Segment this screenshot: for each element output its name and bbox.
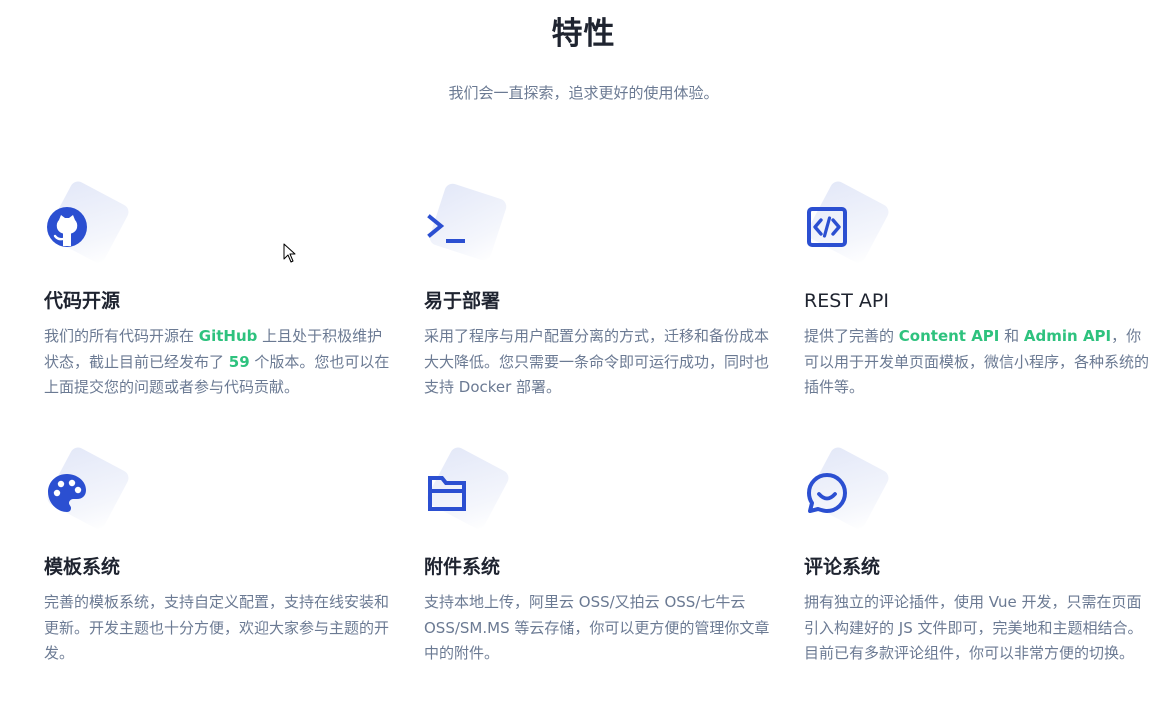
feature-description: 提供了完善的 Content API 和 Admin API，你可以用于开发单页… (804, 327, 1150, 396)
feature-title: 附件系统 (424, 556, 501, 578)
feature-comment-system: 评论系统 拥有独立的评论插件，使用 Vue 开发，只需在页面引入构建好的 JS … (804, 444, 1159, 667)
feature-rest-api: REST API 提供了完善的 Content API 和 Admin API，… (804, 178, 1159, 401)
terminal-icon (426, 206, 468, 248)
feature-icon-wrap (44, 444, 134, 540)
feature-open-source: 代码开源 我们的所有代码开源在 GitHub 上且处于积极维护状态，截止目前已经… (44, 178, 399, 401)
admin-api-link[interactable]: Admin API (1024, 327, 1111, 345)
version-count: 59 (228, 352, 250, 371)
feature-title: 模板系统 (44, 556, 121, 578)
feature-icon-wrap (424, 444, 514, 540)
feature-icon-wrap (424, 181, 514, 274)
mouse-cursor-icon (283, 243, 297, 263)
comment-icon (806, 472, 848, 514)
feature-icon-wrap (804, 444, 894, 540)
folder-icon (426, 472, 468, 514)
feature-description: 拥有独立的评论插件，使用 Vue 开发，只需在页面引入构建好的 JS 文件即可，… (804, 593, 1143, 662)
palette-icon (46, 472, 88, 514)
github-icon (46, 206, 88, 248)
feature-title: 代码开源 (44, 290, 121, 312)
feature-attachment-system: 附件系统 支持本地上传，阿里云 OSS/又拍云 OSS/七牛云 OSS/SM.M… (424, 444, 779, 667)
features-section: 特性 我们会一直探索，追求更好的使用体验。 代码开源 我们的所有代码开源在 Gi… (0, 0, 1167, 711)
feature-theme-system: 模板系统 完善的模板系统，支持自定义配置，支持在线安装和更新。开发主题也十分方便… (44, 444, 399, 667)
feature-icon-wrap (44, 178, 134, 274)
feature-title: 易于部署 (424, 290, 501, 312)
code-icon (806, 206, 848, 248)
feature-description: 支持本地上传，阿里云 OSS/又拍云 OSS/七牛云 OSS/SM.MS 等云存… (424, 593, 770, 662)
feature-title: 评论系统 (804, 556, 881, 578)
feature-title: REST API (804, 290, 889, 312)
content-api-link[interactable]: Content API (899, 327, 1000, 345)
feature-icon-wrap (804, 178, 894, 274)
page-title: 特性 (551, 16, 616, 52)
feature-description: 完善的模板系统，支持自定义配置，支持在线安装和更新。开发主题也十分方便，欢迎大家… (44, 593, 390, 662)
github-link[interactable]: GitHub (199, 327, 258, 345)
feature-description: 我们的所有代码开源在 GitHub 上且处于积极维护状态，截止目前已经发布了 5… (44, 327, 390, 396)
page-subtitle: 我们会一直探索，追求更好的使用体验。 (448, 84, 719, 102)
feature-easy-deploy: 易于部署 采用了程序与用户配置分离的方式，迁移和备份成本大大降低。您只需要一条命… (424, 181, 779, 401)
feature-description: 采用了程序与用户配置分离的方式，迁移和备份成本大大降低。您只需要一条命令即可运行… (424, 327, 770, 396)
